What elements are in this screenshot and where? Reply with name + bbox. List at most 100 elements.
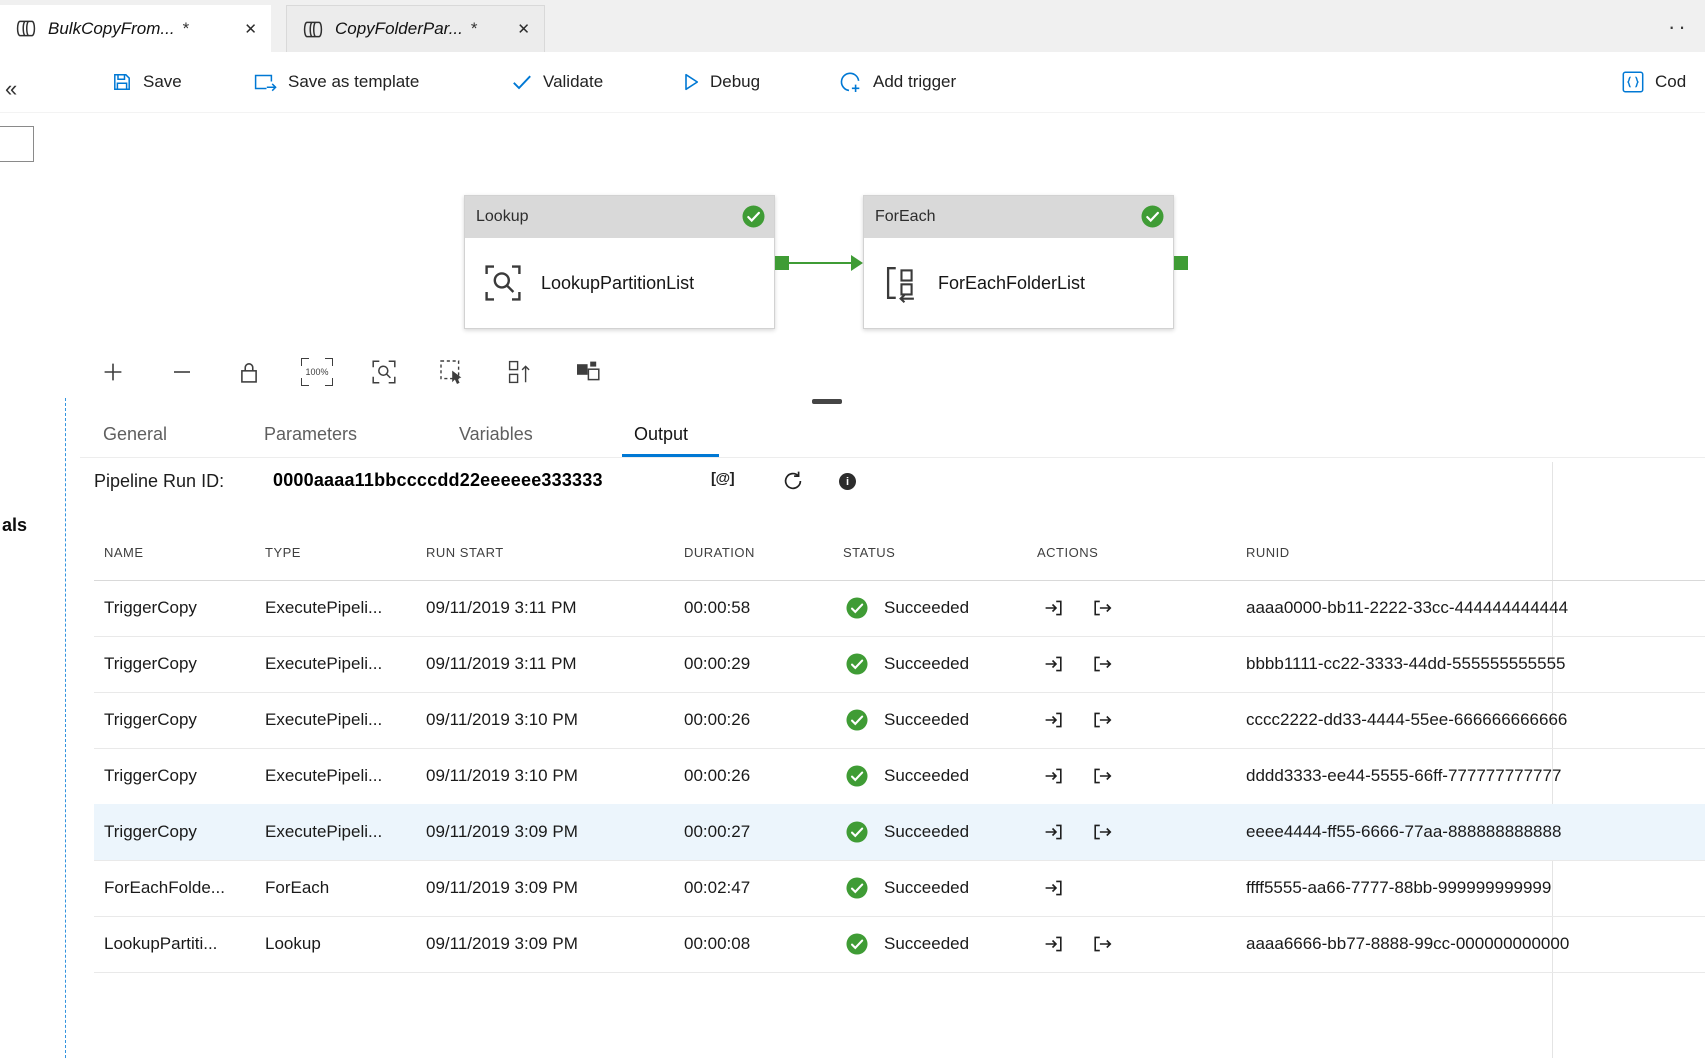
zoom-in-button[interactable] <box>97 357 129 387</box>
play-icon <box>684 73 699 91</box>
run-start-cell: 09/11/2019 3:09 PM <box>426 804 578 860</box>
activity-name-cell: ForEachFolde... <box>104 860 225 916</box>
multi-select-button[interactable] <box>436 357 468 387</box>
table-row[interactable]: TriggerCopy ExecutePipeli... 09/11/2019 … <box>94 692 1705 749</box>
validate-button[interactable]: Validate <box>512 52 603 112</box>
runid-cell: dddd3333-ee44-5555-66ff-777777777777 <box>1246 748 1561 804</box>
runid-cell: aaaa6666-bb77-8888-99cc-000000000000 <box>1246 916 1569 972</box>
output-icon[interactable] <box>1091 709 1113 731</box>
close-icon[interactable]: ✕ <box>503 20 530 38</box>
connector-arrow-icon <box>851 255 863 271</box>
output-icon[interactable] <box>1091 597 1113 619</box>
table-row[interactable]: LookupPartiti... Lookup 09/11/2019 3:09 … <box>94 916 1705 973</box>
table-row[interactable]: ForEachFolde... ForEach 09/11/2019 3:09 … <box>94 860 1705 917</box>
save-button[interactable]: Save <box>112 52 182 112</box>
succeeded-badge-icon <box>742 205 765 228</box>
tab-parameters[interactable]: Parameters <box>264 424 357 445</box>
table-row[interactable]: TriggerCopy ExecutePipeli... 09/11/2019 … <box>94 580 1705 637</box>
table-row[interactable]: TriggerCopy ExecutePipeli... 09/11/2019 … <box>94 748 1705 805</box>
debug-button[interactable]: Debug <box>684 52 760 112</box>
panel-tabs-divider <box>80 457 1705 458</box>
code-button[interactable]: Cod <box>1622 52 1686 112</box>
input-icon[interactable] <box>1043 653 1065 675</box>
col-duration: DURATION <box>684 524 755 580</box>
tab-bar: BulkCopyFrom... * ✕ CopyFolderPar... * ✕… <box>0 0 1705 52</box>
activity-node-foreach[interactable]: ForEach ForEachFolderList <box>863 195 1174 329</box>
type-cell: ExecutePipeli... <box>265 580 382 636</box>
run-start-cell: 09/11/2019 3:11 PM <box>426 580 577 636</box>
unsaved-indicator: * <box>183 19 190 39</box>
output-port[interactable] <box>1174 256 1188 270</box>
tab-general[interactable]: General <box>103 424 167 445</box>
input-icon[interactable] <box>1043 933 1065 955</box>
validate-label: Validate <box>543 72 603 92</box>
run-id-value: 0000aaaa11bbccccdd22eeeeee333333 <box>273 470 603 491</box>
status-cell: Succeeded <box>846 636 969 692</box>
tab-variables[interactable]: Variables <box>459 424 533 445</box>
run-start-cell: 09/11/2019 3:09 PM <box>426 860 578 916</box>
tab-copyfolderpar[interactable]: CopyFolderPar... * ✕ <box>286 5 545 52</box>
activity-name-cell: TriggerCopy <box>104 748 197 804</box>
activities-search-input[interactable] <box>0 126 34 162</box>
code-icon <box>1622 71 1644 93</box>
output-icon[interactable] <box>1091 653 1113 675</box>
unsaved-indicator: * <box>471 19 478 39</box>
input-icon[interactable] <box>1043 709 1065 731</box>
col-name: NAME <box>104 524 144 580</box>
actions-cell <box>1043 692 1113 748</box>
collapse-panel-icon[interactable]: « <box>5 76 17 102</box>
close-icon[interactable]: ✕ <box>230 20 257 38</box>
dynamic-content-icon[interactable]: [@] <box>711 470 734 487</box>
runid-cell: bbbb1111-cc22-3333-44dd-555555555555 <box>1246 636 1566 692</box>
add-trigger-button[interactable]: Add trigger <box>838 52 956 112</box>
input-icon[interactable] <box>1043 765 1065 787</box>
code-label: Cod <box>1655 72 1686 92</box>
input-icon[interactable] <box>1043 597 1065 619</box>
type-cell: ForEach <box>265 860 329 916</box>
input-icon[interactable] <box>1043 877 1065 899</box>
type-cell: Lookup <box>265 916 321 972</box>
node-header: ForEach <box>864 196 1173 238</box>
minimap-button[interactable] <box>572 357 604 387</box>
table-row-selected[interactable]: TriggerCopy ExecutePipeli... 09/11/2019 … <box>94 804 1705 861</box>
overflow-menu-icon[interactable]: ·· <box>1668 14 1689 40</box>
run-start-cell: 09/11/2019 3:10 PM <box>426 748 578 804</box>
panel-left-guide <box>65 398 66 1058</box>
zoom-to-fit-button[interactable] <box>368 357 400 387</box>
activity-node-lookup[interactable]: Lookup LookupPartitionList <box>464 195 775 329</box>
activity-name: LookupPartitionList <box>541 273 694 294</box>
succeeded-icon <box>846 653 868 675</box>
activity-name-cell: TriggerCopy <box>104 636 197 692</box>
type-cell: ExecutePipeli... <box>265 804 382 860</box>
succeeded-icon <box>846 933 868 955</box>
output-port[interactable] <box>775 256 789 270</box>
output-icon[interactable] <box>1091 821 1113 843</box>
table-row[interactable]: TriggerCopy ExecutePipeli... 09/11/2019 … <box>94 636 1705 693</box>
info-icon[interactable]: i <box>839 473 856 490</box>
lookup-icon <box>481 261 525 305</box>
save-icon <box>112 72 132 92</box>
zoom-out-button[interactable] <box>166 357 198 387</box>
status-cell: Succeeded <box>846 804 969 860</box>
type-cell: ExecutePipeli... <box>265 748 382 804</box>
col-runstart: RUN START <box>426 524 504 580</box>
output-icon[interactable] <box>1091 765 1113 787</box>
tab-bulkcopyfrom[interactable]: BulkCopyFrom... * ✕ <box>0 5 271 52</box>
activity-name-cell: TriggerCopy <box>104 804 197 860</box>
lock-canvas-button[interactable] <box>233 357 265 387</box>
zoom-reset-button[interactable]: 100% <box>299 358 335 386</box>
refresh-icon[interactable] <box>782 470 804 492</box>
duration-cell: 00:00:58 <box>684 580 750 636</box>
input-icon[interactable] <box>1043 821 1065 843</box>
status-text: Succeeded <box>884 766 969 786</box>
pipeline-icon <box>14 20 38 37</box>
succeeded-icon <box>846 877 868 899</box>
left-rail-partial-label: als <box>2 515 27 536</box>
pipeline-toolbar: Save Save as template Validate Debug Add… <box>0 52 1705 113</box>
output-icon[interactable] <box>1091 933 1113 955</box>
save-as-template-button[interactable]: Save as template <box>253 52 419 112</box>
auto-align-button[interactable] <box>504 357 536 387</box>
tab-output[interactable]: Output <box>634 424 688 445</box>
status-text: Succeeded <box>884 878 969 898</box>
panel-resize-handle[interactable] <box>812 399 842 404</box>
